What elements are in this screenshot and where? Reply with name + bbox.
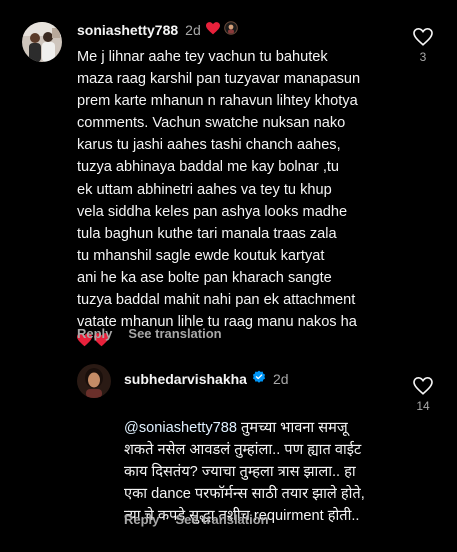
avatar-photo <box>22 22 62 62</box>
mention-link[interactable]: @soniashetty788 <box>124 420 237 436</box>
reply-actions: Reply See translation <box>124 512 269 527</box>
creator-badge-icon <box>223 21 238 38</box>
reply-button[interactable]: Reply <box>77 326 112 341</box>
like-button[interactable]: 14 <box>410 377 436 413</box>
comment-text: Me j lihnar aahe tey vachun tu bahutek m… <box>77 49 361 331</box>
comment-header: subhedarvishakha 2d <box>124 370 289 387</box>
avatar[interactable] <box>22 22 62 62</box>
verified-badge-icon <box>252 370 266 387</box>
reply-button[interactable]: Reply <box>124 512 159 527</box>
like-button[interactable]: 3 <box>410 28 436 64</box>
username[interactable]: soniashetty788 <box>77 22 178 38</box>
reply-actions: Reply See translation <box>77 326 222 341</box>
avatar-photo <box>77 364 111 398</box>
comment-text-first-line: तुमच्या भावना समजू <box>237 420 348 437</box>
see-translation-button[interactable]: See translation <box>128 326 221 341</box>
like-count: 3 <box>419 50 427 64</box>
see-translation-button[interactable]: See translation <box>175 512 268 527</box>
timestamp: 2d <box>272 370 289 387</box>
like-count: 14 <box>416 399 430 413</box>
heart-outline-icon <box>413 377 433 395</box>
timestamp: 2d <box>185 21 201 38</box>
heart-outline-icon <box>413 28 433 46</box>
comment-header: soniashetty788 2d <box>77 21 238 38</box>
avatar[interactable] <box>77 364 111 398</box>
username[interactable]: subhedarvishakha <box>124 371 247 387</box>
red-heart-emoji <box>205 21 220 38</box>
